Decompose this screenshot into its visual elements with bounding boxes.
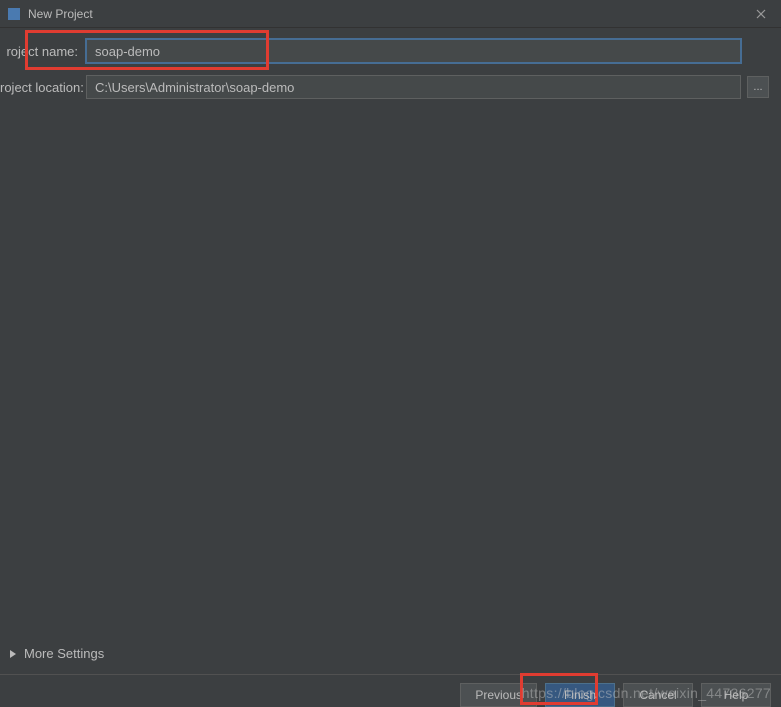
browse-label: ... <box>753 81 762 93</box>
finish-button[interactable]: Finish <box>545 683 615 707</box>
help-button[interactable]: Help <box>701 683 771 707</box>
project-location-label: roject location: <box>0 80 86 95</box>
browse-button[interactable]: ... <box>747 76 769 98</box>
chevron-right-icon <box>8 649 18 659</box>
window-title: New Project <box>28 7 749 21</box>
project-location-row: roject location: ... <box>0 74 769 100</box>
close-button[interactable] <box>749 4 773 24</box>
app-icon <box>8 8 20 20</box>
project-location-input[interactable] <box>86 75 741 99</box>
more-settings-toggle[interactable]: More Settings <box>4 642 108 665</box>
project-name-label: roject name: <box>0 44 86 59</box>
project-name-row: roject name: <box>0 38 769 64</box>
cancel-button[interactable]: Cancel <box>623 683 693 707</box>
project-name-input[interactable] <box>86 39 741 63</box>
previous-button[interactable]: Previous <box>460 683 537 707</box>
more-settings-label: More Settings <box>24 646 104 661</box>
title-bar: New Project <box>0 0 781 28</box>
button-bar: Previous Finish Cancel Help <box>0 675 781 707</box>
form-content: roject name: roject location: ... <box>0 28 781 100</box>
close-icon <box>756 9 766 19</box>
